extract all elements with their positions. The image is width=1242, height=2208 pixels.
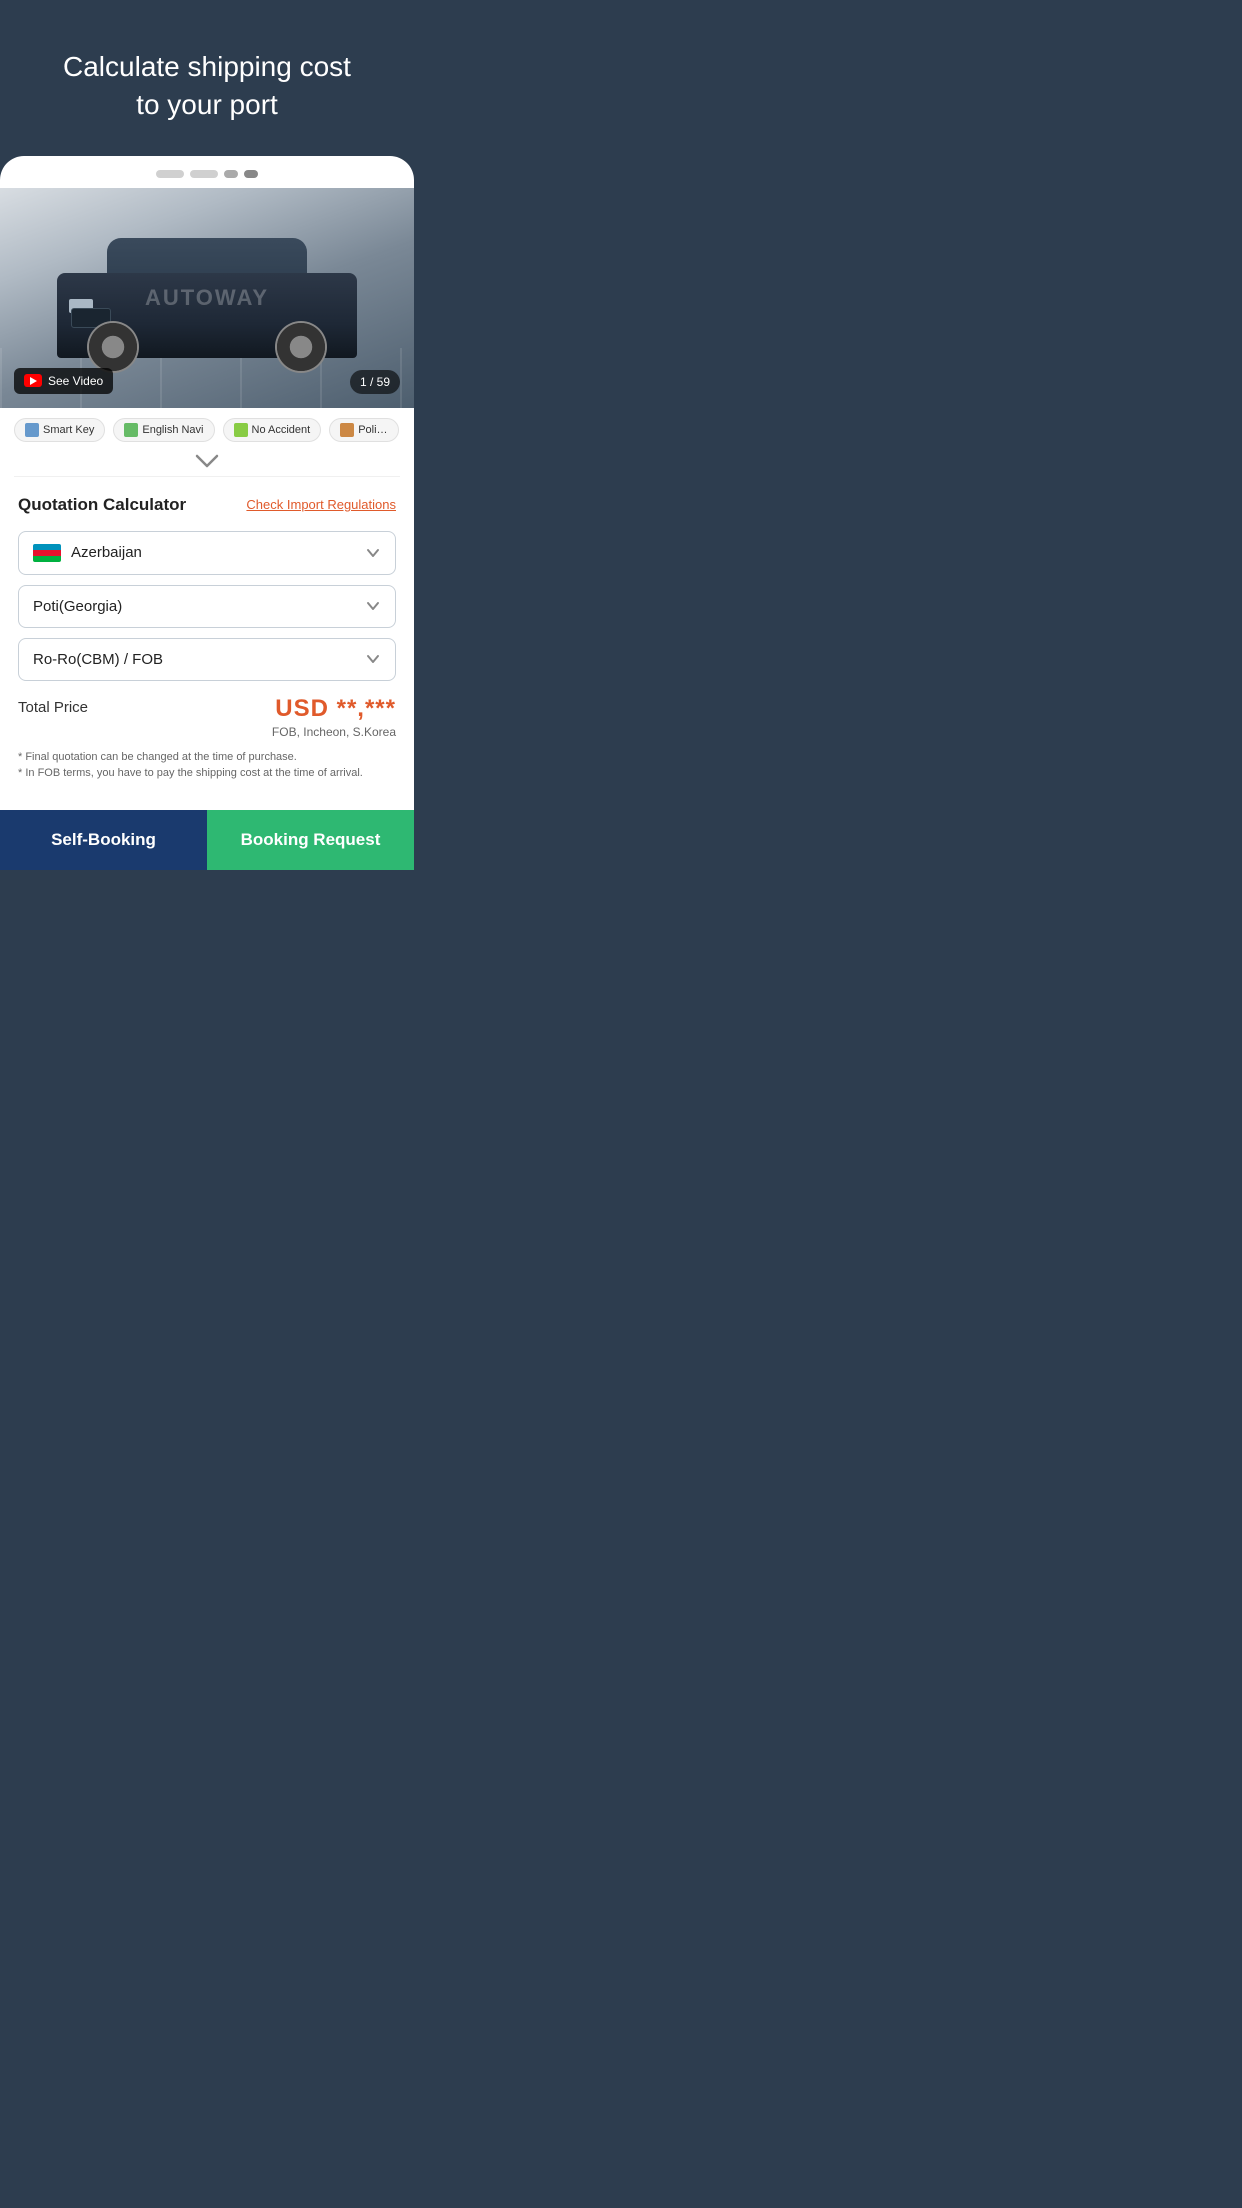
calculator-section: Quotation Calculator Check Import Regula…	[0, 477, 414, 810]
dot-2	[190, 170, 218, 178]
port-value: Poti(Georgia)	[33, 598, 122, 615]
poli-icon	[340, 423, 354, 437]
wheel-left-icon	[87, 321, 139, 373]
feature-label-3: No Accident	[252, 424, 311, 436]
shipping-select-left: Ro-Ro(CBM) / FOB	[33, 651, 163, 668]
main-card: AUTOWAY See Video 1 / 59 Smart Key Engli…	[0, 156, 414, 870]
country-select-left: Azerbaijan	[33, 544, 142, 562]
see-video-button[interactable]: See Video	[14, 368, 113, 394]
self-booking-button[interactable]: Self-Booking	[0, 810, 207, 870]
check-import-link[interactable]: Check Import Regulations	[246, 497, 396, 512]
chevron-down-icon	[365, 651, 381, 667]
bottom-buttons: Self-Booking Booking Request	[0, 810, 414, 870]
feature-poli: Poli…	[329, 418, 398, 442]
feature-label-1: Smart Key	[43, 424, 94, 436]
disclaimer-line2: * In FOB terms, you have to pay the ship…	[18, 765, 396, 782]
expand-strip[interactable]	[0, 452, 414, 476]
header-section: Calculate shipping cost to your port	[0, 0, 414, 156]
no-accident-icon	[234, 423, 248, 437]
port-select-left: Poti(Georgia)	[33, 598, 122, 615]
shipping-select[interactable]: Ro-Ro(CBM) / FOB	[18, 638, 396, 681]
chevron-down-icon	[365, 598, 381, 614]
features-strip: Smart Key English Navi No Accident Poli…	[0, 408, 414, 452]
booking-request-button[interactable]: Booking Request	[207, 810, 414, 870]
wheel-right-icon	[275, 321, 327, 373]
calc-title: Quotation Calculator	[18, 495, 186, 515]
country-value: Azerbaijan	[71, 544, 142, 561]
feature-label-2: English Navi	[142, 424, 203, 436]
dot-3	[224, 170, 238, 178]
price-value: USD **,***	[272, 695, 396, 723]
dot-1	[156, 170, 184, 178]
navi-icon	[124, 423, 138, 437]
feature-smart-key: Smart Key	[14, 418, 105, 442]
image-counter: 1 / 59	[350, 370, 400, 394]
smart-key-icon	[25, 423, 39, 437]
total-price-right: USD **,*** FOB, Incheon, S.Korea	[272, 695, 396, 739]
disclaimer: * Final quotation can be changed at the …	[18, 749, 396, 798]
car-image-container: AUTOWAY See Video 1 / 59	[0, 188, 414, 408]
flag-azerbaijan	[33, 544, 61, 562]
country-select[interactable]: Azerbaijan	[18, 531, 396, 575]
feature-label-4: Poli…	[358, 424, 387, 436]
play-icon	[30, 377, 37, 385]
feature-english-navi: English Navi	[113, 418, 214, 442]
see-video-label: See Video	[48, 374, 103, 388]
dot-4	[244, 170, 258, 178]
calc-header: Quotation Calculator Check Import Regula…	[18, 495, 396, 515]
total-price-row: Total Price USD **,*** FOB, Incheon, S.K…	[18, 695, 396, 739]
pagination-dots	[0, 156, 414, 188]
page-title: Calculate shipping cost to your port	[24, 48, 390, 124]
flag-green-stripe	[33, 556, 61, 562]
port-select[interactable]: Poti(Georgia)	[18, 585, 396, 628]
shipping-value: Ro-Ro(CBM) / FOB	[33, 651, 163, 668]
disclaimer-line1: * Final quotation can be changed at the …	[18, 749, 396, 766]
watermark: AUTOWAY	[145, 285, 269, 311]
feature-no-accident: No Accident	[223, 418, 322, 442]
price-location: FOB, Incheon, S.Korea	[272, 725, 396, 739]
chevron-down-icon	[365, 545, 381, 561]
youtube-icon	[24, 374, 42, 387]
chevron-down-icon	[195, 454, 219, 468]
total-price-label: Total Price	[18, 695, 88, 716]
